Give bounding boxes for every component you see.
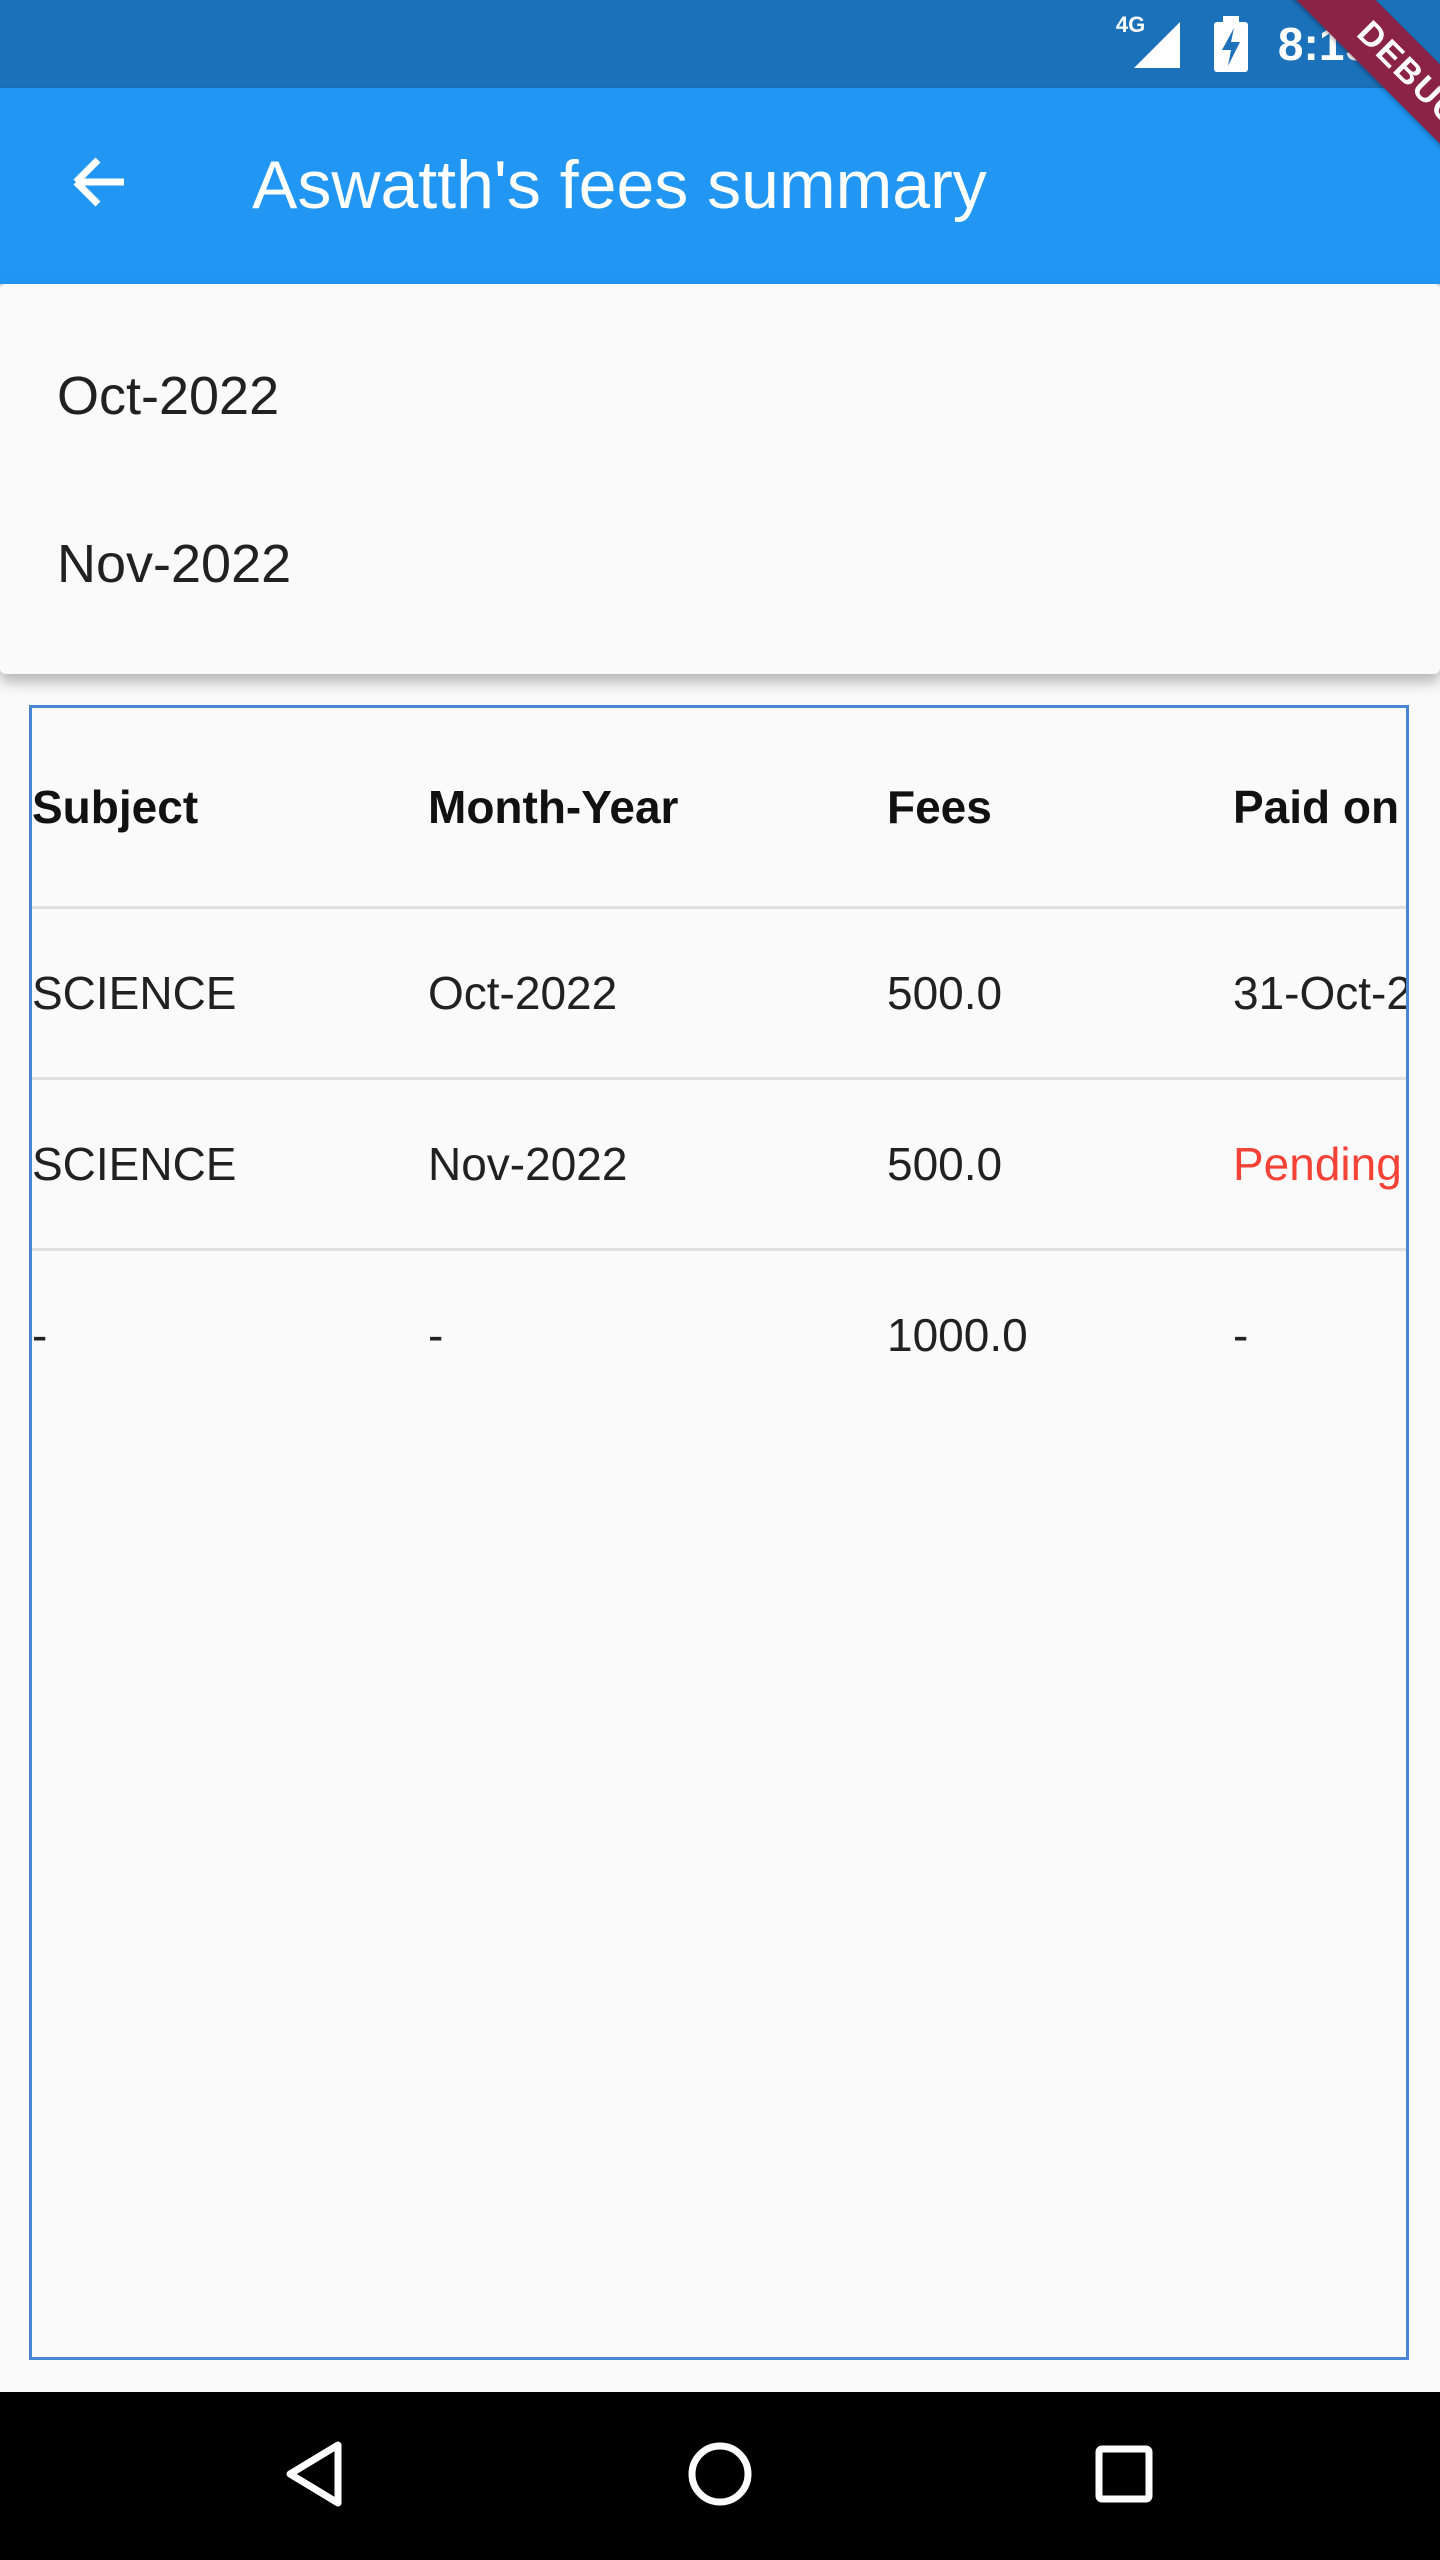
- nav-recents-button[interactable]: [1074, 2426, 1174, 2526]
- cell-paid-on-pending: Pending: [1233, 1138, 1402, 1190]
- network-type-label: 4G: [1115, 12, 1146, 37]
- table-row: SCIENCE Nov-2022 500.0 Pending: [32, 1080, 1406, 1248]
- page-title: Aswatth's fees summary: [252, 147, 987, 223]
- nav-home-button[interactable]: [670, 2426, 770, 2526]
- status-bar: 4G 8:19: [0, 0, 1440, 88]
- table-header-row: Subject Month-Year Fees Paid on: [32, 708, 1406, 906]
- nav-back-button[interactable]: [264, 2426, 364, 2526]
- recents-square-icon: [1094, 2444, 1154, 2509]
- arrow-back-icon: [68, 150, 132, 219]
- cell-fees: 500.0: [887, 1138, 1003, 1190]
- cell-month-year: -: [428, 1309, 444, 1361]
- column-header-paid-on: Paid on: [1233, 781, 1400, 833]
- menu-item-label: Oct-2022: [57, 366, 280, 426]
- menu-item-oct-2022[interactable]: Oct-2022: [0, 312, 1440, 480]
- back-button[interactable]: [50, 134, 150, 234]
- table-row-total: - - 1000.0 -: [32, 1251, 1406, 1419]
- column-header-subject: Subject: [32, 781, 199, 833]
- cell-fees: 500.0: [887, 967, 1003, 1019]
- cell-fees-total: 1000.0: [887, 1309, 1028, 1361]
- app-bar: Aswatth's fees summary: [0, 88, 1440, 284]
- column-header-month-year: Month-Year: [428, 781, 679, 833]
- status-icons: 4G 8:19: [1116, 0, 1370, 88]
- back-triangle-icon: [282, 2439, 346, 2514]
- status-time: 8:19: [1277, 18, 1370, 70]
- cell-month-year: Nov-2022: [428, 1138, 628, 1190]
- month-dropdown-menu: Oct-2022 Nov-2022: [0, 284, 1440, 674]
- cell-paid-on: 31-Oct-2: [1233, 967, 1409, 1019]
- cell-subject: SCIENCE: [32, 1138, 237, 1190]
- cell-month-year: Oct-2022: [428, 967, 618, 1019]
- cell-paid-on: -: [1233, 1309, 1249, 1361]
- fees-table[interactable]: Subject Month-Year Fees Paid on SCIENCE …: [29, 705, 1409, 2360]
- cell-subject: SCIENCE: [32, 967, 237, 1019]
- system-navigation-bar: [0, 2392, 1440, 2560]
- home-circle-icon: [687, 2441, 753, 2512]
- table-row: SCIENCE Oct-2022 500.0 31-Oct-2: [32, 909, 1409, 1077]
- signal-icon: 4G: [1116, 12, 1184, 72]
- menu-item-nov-2022[interactable]: Nov-2022: [0, 480, 1440, 648]
- battery-charging-icon: [1213, 16, 1248, 72]
- menu-item-label: Nov-2022: [57, 534, 292, 594]
- cell-subject: -: [32, 1309, 48, 1361]
- column-header-fees: Fees: [887, 781, 992, 833]
